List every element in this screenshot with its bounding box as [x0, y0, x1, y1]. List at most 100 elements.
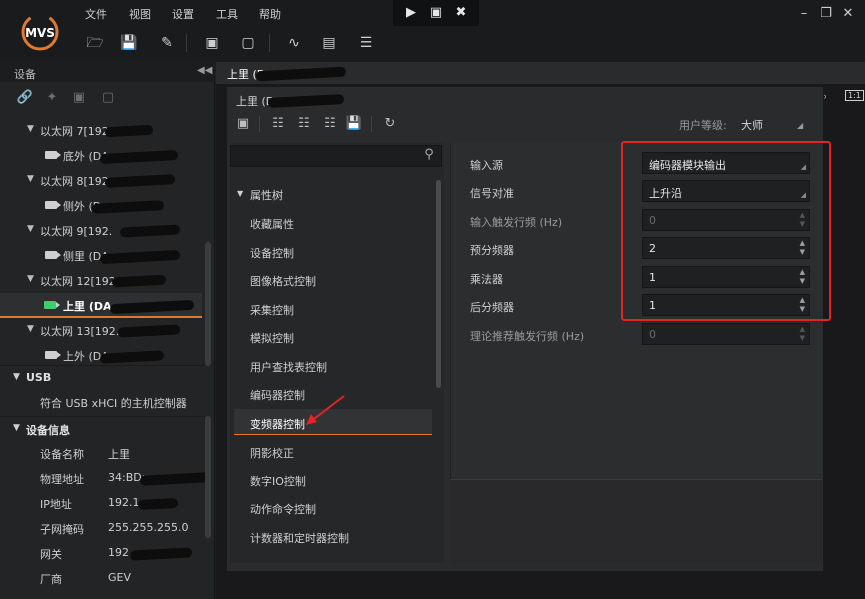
connect-device-icon[interactable]: ▣	[70, 90, 88, 106]
search-icon[interactable]: ⚲	[421, 147, 437, 163]
feature-counter-timer[interactable]: 计数器和定时器控制	[234, 523, 432, 549]
save-icon[interactable]: 💾	[345, 116, 363, 132]
close-icon[interactable]: ✕	[840, 6, 856, 22]
tree-group-ethernet-13[interactable]: ▼ 以太网 13[192.	[0, 318, 205, 343]
tree-group-ethernet-8[interactable]: ▼ 以太网 8[192.	[0, 168, 205, 193]
toolbar-divider	[186, 34, 187, 52]
tree-camera-shangli[interactable]: 上里 (DA	[0, 293, 202, 318]
tree-scrollbar[interactable]	[205, 242, 211, 366]
link-icon[interactable]: 🔗	[16, 90, 34, 106]
info-vendor: 厂商 GEV	[40, 571, 131, 586]
feature-tree-scrollbar[interactable]	[436, 180, 441, 388]
tree-group-ethernet-12[interactable]: ▼ 以太网 12[192.	[0, 268, 205, 293]
recommended-trigger-rate-field: 0 ▲ ▼	[642, 323, 810, 345]
feature-image-format[interactable]: 图像格式控制	[234, 266, 432, 292]
redaction-mark	[99, 249, 181, 265]
redaction-mark	[104, 124, 154, 138]
tree-camera-dixwai[interactable]: 底外 (DA	[0, 143, 205, 168]
menu-settings[interactable]: 设置	[172, 6, 194, 22]
redaction-mark	[117, 324, 181, 338]
feature-action-command[interactable]: 动作命令控制	[234, 494, 432, 520]
save-icon[interactable]: 💾	[118, 34, 140, 52]
refresh-icon[interactable]: ↻	[381, 116, 399, 132]
feature-favorites[interactable]: 收藏属性	[234, 209, 432, 235]
spin-arrows-icon: ▲ ▼	[799, 325, 805, 342]
fullscreen-icon[interactable]: ▢	[237, 34, 259, 52]
toolbar-divider	[371, 116, 372, 132]
menu-file[interactable]: 文件	[85, 6, 107, 22]
chevron-down-icon: ▼	[27, 174, 34, 184]
svg-text:MVS: MVS	[25, 26, 55, 40]
window-icon[interactable]: ▣	[427, 4, 445, 22]
edit-icon[interactable]: ✎	[156, 34, 178, 52]
play-flag-icon[interactable]: ▶	[402, 4, 420, 22]
collapse-panel-icon[interactable]: ◀◀	[197, 65, 212, 76]
chevron-down-icon: ▼	[13, 372, 20, 382]
info-subnet-mask: 子网掩码 255.255.255.0	[40, 521, 189, 536]
console-icon[interactable]: ▣	[234, 116, 252, 132]
device-info-header[interactable]: ▼ 设备信息	[0, 416, 205, 440]
redaction-mark	[99, 149, 179, 165]
menu-help[interactable]: 帮助	[259, 6, 281, 22]
image-chart-icon[interactable]: ▤	[318, 34, 340, 52]
export-file-icon[interactable]: ☷	[321, 116, 339, 132]
property-description-panel	[450, 479, 822, 563]
magic-wand-icon[interactable]: ✦	[43, 90, 61, 106]
dropdown-caret-icon[interactable]: ◢	[797, 121, 803, 130]
close-circle-icon[interactable]: ✖	[452, 4, 470, 22]
camera-icon	[45, 351, 61, 359]
app-logo: MVS	[21, 13, 59, 51]
device-panel-title: 设备	[14, 68, 36, 81]
feature-digital-io[interactable]: 数字IO控制	[234, 466, 432, 492]
menu-view[interactable]: 视图	[129, 6, 151, 22]
usb-section-header[interactable]: ▼ USB	[0, 365, 205, 389]
restore-icon[interactable]: ❐	[818, 6, 834, 22]
toolbar-divider	[259, 116, 260, 132]
feature-analog[interactable]: 模拟控制	[234, 323, 432, 349]
waveform-icon[interactable]: ∿	[283, 34, 305, 52]
open-folder-icon[interactable]: 🗁	[84, 34, 106, 52]
usb-host-controller[interactable]: 符合 USB xHCI 的主机控制器	[0, 390, 205, 415]
redaction-mark	[99, 350, 165, 364]
actual-size-icon[interactable]: 1:1	[845, 90, 864, 101]
toolbar-divider	[269, 34, 270, 52]
user-level-select[interactable]: 大师	[741, 117, 763, 133]
info-ip-address: IP地址 192.1	[0, 491, 205, 516]
import-config-icon[interactable]: ☷	[269, 116, 287, 132]
red-highlight-box	[621, 141, 831, 321]
info-scrollbar[interactable]	[205, 416, 211, 538]
redaction-mark	[104, 174, 176, 188]
camera-icon	[45, 151, 61, 159]
menu-tools[interactable]: 工具	[216, 6, 238, 22]
chevron-down-icon: ▼	[27, 324, 34, 334]
user-level-label: 用户等级:	[679, 119, 727, 132]
redaction-mark	[137, 497, 179, 511]
camera-icon	[45, 201, 61, 209]
tree-camera-celi[interactable]: 侧里 (DA	[0, 243, 205, 268]
feature-lut[interactable]: 用户查找表控制	[234, 352, 432, 378]
device-panel-header: 设备 ◀◀	[0, 62, 215, 82]
redaction-mark	[109, 299, 195, 315]
feature-tree-root[interactable]: 属性树	[250, 187, 283, 203]
tree-group-ethernet-9[interactable]: ▼ 以太网 9[192.	[0, 218, 205, 243]
export-config-icon[interactable]: ☷	[295, 116, 313, 132]
camera-connected-icon	[44, 301, 60, 309]
redaction-mark	[119, 224, 181, 238]
red-arrow-annotation	[306, 395, 345, 425]
redaction-mark	[91, 200, 165, 214]
tree-camera-cewai[interactable]: 侧外 (D	[0, 193, 205, 218]
chevron-down-icon: ▼	[27, 124, 34, 134]
disconnect-device-icon[interactable]: ▢	[99, 90, 117, 106]
feature-acquisition[interactable]: 采集控制	[234, 295, 432, 321]
chevron-down-icon[interactable]: ▼	[237, 189, 243, 198]
layout-icon[interactable]: ▣	[201, 34, 223, 52]
feature-shading-correction[interactable]: 阴影校正	[234, 438, 432, 464]
redaction-mark	[111, 274, 167, 288]
redaction-mark	[139, 472, 211, 486]
minimize-icon[interactable]: –	[796, 6, 812, 22]
feature-search-input[interactable]	[230, 145, 442, 167]
camera-icon	[45, 251, 61, 259]
feature-device-control[interactable]: 设备控制	[234, 238, 432, 264]
tree-group-ethernet-7[interactable]: ▼ 以太网 7[192.	[0, 118, 205, 143]
document-list-icon[interactable]: ☰	[355, 34, 377, 52]
